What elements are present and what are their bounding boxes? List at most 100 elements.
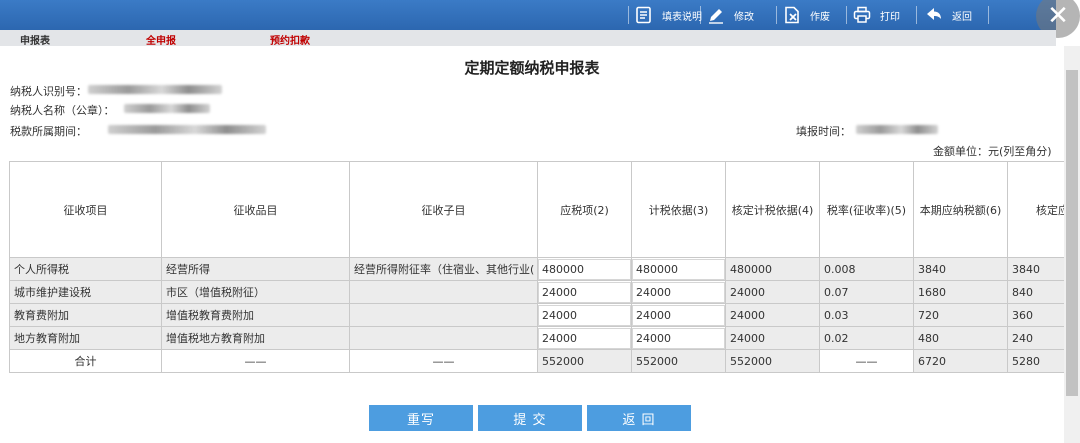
redacted-taxpayer-name <box>124 104 210 113</box>
cell-levy-item: 个人所得税 <box>9 257 162 281</box>
header-tax-rate: 税率(征收率)(5) <box>819 161 914 258</box>
cell-tax-rate: 0.008 <box>819 257 914 281</box>
cell-assessed-tax-payable: 360 <box>1007 303 1064 327</box>
toolbar-separator <box>988 6 989 24</box>
back-toolbar-label: 返回 <box>952 11 972 23</box>
taxable-item-input[interactable]: 24000 <box>538 304 631 326</box>
table-total-row: 合计 —— —— 552000 552000 552000 —— 6720 52… <box>9 349 1064 373</box>
table-row: 城市维护建设税 市区（增值税附征） 24000 24000 24000 0.07… <box>9 280 1064 304</box>
void-label: 作废 <box>810 11 830 23</box>
document-cancel-icon <box>782 5 802 25</box>
page-title: 定期定额纳税申报表 <box>464 59 600 77</box>
cell-tax-rate: 0.03 <box>819 303 914 327</box>
edit-label: 修改 <box>734 11 754 23</box>
cell-levy-subitem: 经营所得附征率（住宿业、其他行业( <box>349 257 538 281</box>
cell-levy-category: 增值税地方教育附加 <box>161 326 350 350</box>
fill-guide-label: 填表说明 <box>662 11 702 23</box>
cell-assessed-tax-basis: 24000 <box>725 280 820 304</box>
header-levy-subitem: 征收子目 <box>349 161 538 258</box>
cell-taxable-item[interactable]: 24000 <box>537 326 632 350</box>
taxpayer-id-label: 纳税人识别号： <box>10 85 87 98</box>
table-row: 地方教育附加 增值税地方教育附加 24000 24000 24000 0.02 … <box>9 326 1064 350</box>
tax-period-label: 税款所属期间： <box>10 125 87 138</box>
taxable-item-input[interactable]: 480000 <box>538 258 631 280</box>
header-assessed-tax-payable: 核定应纳税 <box>1007 161 1064 258</box>
fill-guide-button[interactable]: 填表说明 <box>634 4 702 26</box>
menu-item-scheduled-deduction[interactable]: 预约扣款 <box>270 32 310 47</box>
cell-assessed-tax-basis: 24000 <box>725 326 820 350</box>
print-label: 打印 <box>880 11 900 23</box>
taxable-item-input[interactable]: 24000 <box>538 327 631 349</box>
tax-basis-input[interactable]: 24000 <box>632 281 725 303</box>
back-toolbar-button[interactable]: 返回 <box>924 4 972 26</box>
cell-levy-item: 城市维护建设税 <box>9 280 162 304</box>
cell-levy-subitem <box>349 303 538 327</box>
menu-item-declaration-form[interactable]: 申报表 <box>20 32 50 47</box>
cell-levy-category: 增值税教育费附加 <box>161 303 350 327</box>
cell-tax-payable: 720 <box>913 303 1008 327</box>
pencil-icon <box>706 5 726 25</box>
tax-basis-input[interactable]: 480000 <box>632 258 725 280</box>
total-assessed-tax-basis: 552000 <box>725 349 820 373</box>
total-tax-payable: 6720 <box>913 349 1008 373</box>
cell-tax-payable: 480 <box>913 326 1008 350</box>
back-arrow-icon <box>924 5 944 25</box>
tax-declaration-table: 征收项目 征收品目 征收子目 应税项(2) 计税依据(3) 核定计税依据(4) … <box>9 161 1064 387</box>
rewrite-button[interactable]: 重写 <box>369 405 473 431</box>
cell-levy-subitem <box>349 326 538 350</box>
table-row: 个人所得税 经营所得 经营所得附征率（住宿业、其他行业( 480000 4800… <box>9 257 1064 281</box>
cell-levy-item: 地方教育附加 <box>9 326 162 350</box>
amount-unit: 金额单位：元(列至角分) <box>933 145 1052 158</box>
print-button[interactable]: 打印 <box>852 4 900 26</box>
cell-assessed-tax-basis: 480000 <box>725 257 820 281</box>
menu-item-full-declare[interactable]: 全申报 <box>146 32 176 47</box>
toolbar-separator <box>916 6 917 24</box>
tax-basis-input[interactable]: 24000 <box>632 327 725 349</box>
cell-taxable-item[interactable]: 480000 <box>537 257 632 281</box>
cell-tax-basis[interactable]: 24000 <box>631 303 726 327</box>
table-header-row: 征收项目 征收品目 征收子目 应税项(2) 计税依据(3) 核定计税依据(4) … <box>9 161 1064 258</box>
cell-assessed-tax-payable: 240 <box>1007 326 1064 350</box>
redacted-tax-period <box>108 125 266 134</box>
taxable-item-input[interactable]: 24000 <box>538 281 631 303</box>
submit-button[interactable]: 提 交 <box>478 405 582 431</box>
void-button[interactable]: 作废 <box>782 4 830 26</box>
cell-tax-basis[interactable]: 24000 <box>631 280 726 304</box>
total-dash: —— <box>349 349 538 373</box>
toolbar-separator <box>776 6 777 24</box>
total-assessed-tax-payable: 5280 <box>1007 349 1064 373</box>
cell-tax-payable: 1680 <box>913 280 1008 304</box>
cell-assessed-tax-payable: 840 <box>1007 280 1064 304</box>
printer-icon <box>852 5 872 25</box>
tax-basis-input[interactable]: 24000 <box>632 304 725 326</box>
cell-levy-item: 教育费附加 <box>9 303 162 327</box>
top-toolbar: 填表说明 修改 作废 打印 返回 <box>0 0 1056 30</box>
cell-levy-category: 经营所得 <box>161 257 350 281</box>
cell-tax-basis[interactable]: 480000 <box>631 257 726 281</box>
total-taxable-item: 552000 <box>537 349 632 373</box>
total-dash: —— <box>819 349 914 373</box>
cell-assessed-tax-basis: 24000 <box>725 303 820 327</box>
edit-button[interactable]: 修改 <box>706 4 754 26</box>
header-levy-item: 征收项目 <box>9 161 162 258</box>
cell-taxable-item[interactable]: 24000 <box>537 280 632 304</box>
header-taxable-item: 应税项(2) <box>537 161 632 258</box>
taxpayer-name-label: 纳税人名称（公章）： <box>10 104 115 117</box>
back-button[interactable]: 返 回 <box>587 405 691 431</box>
header-tax-basis: 计税依据(3) <box>631 161 726 258</box>
document-list-icon <box>634 5 654 25</box>
header-tax-payable: 本期应纳税额(6) <box>913 161 1008 258</box>
cell-tax-basis[interactable]: 24000 <box>631 326 726 350</box>
cell-assessed-tax-payable: 3840 <box>1007 257 1064 281</box>
total-tax-basis: 552000 <box>631 349 726 373</box>
header-assessed-tax-basis: 核定计税依据(4) <box>725 161 820 258</box>
scrollbar-thumb[interactable] <box>1066 70 1078 396</box>
cell-tax-payable: 3840 <box>913 257 1008 281</box>
table-row: 教育费附加 增值税教育费附加 24000 24000 24000 0.03 72… <box>9 303 1064 327</box>
total-dash: —— <box>161 349 350 373</box>
cell-taxable-item[interactable]: 24000 <box>537 303 632 327</box>
menu-bar: 申报表 全申报 预约扣款 <box>0 30 1056 47</box>
header-levy-category: 征收品目 <box>161 161 350 258</box>
total-label: 合计 <box>9 349 162 373</box>
cell-tax-rate: 0.02 <box>819 326 914 350</box>
